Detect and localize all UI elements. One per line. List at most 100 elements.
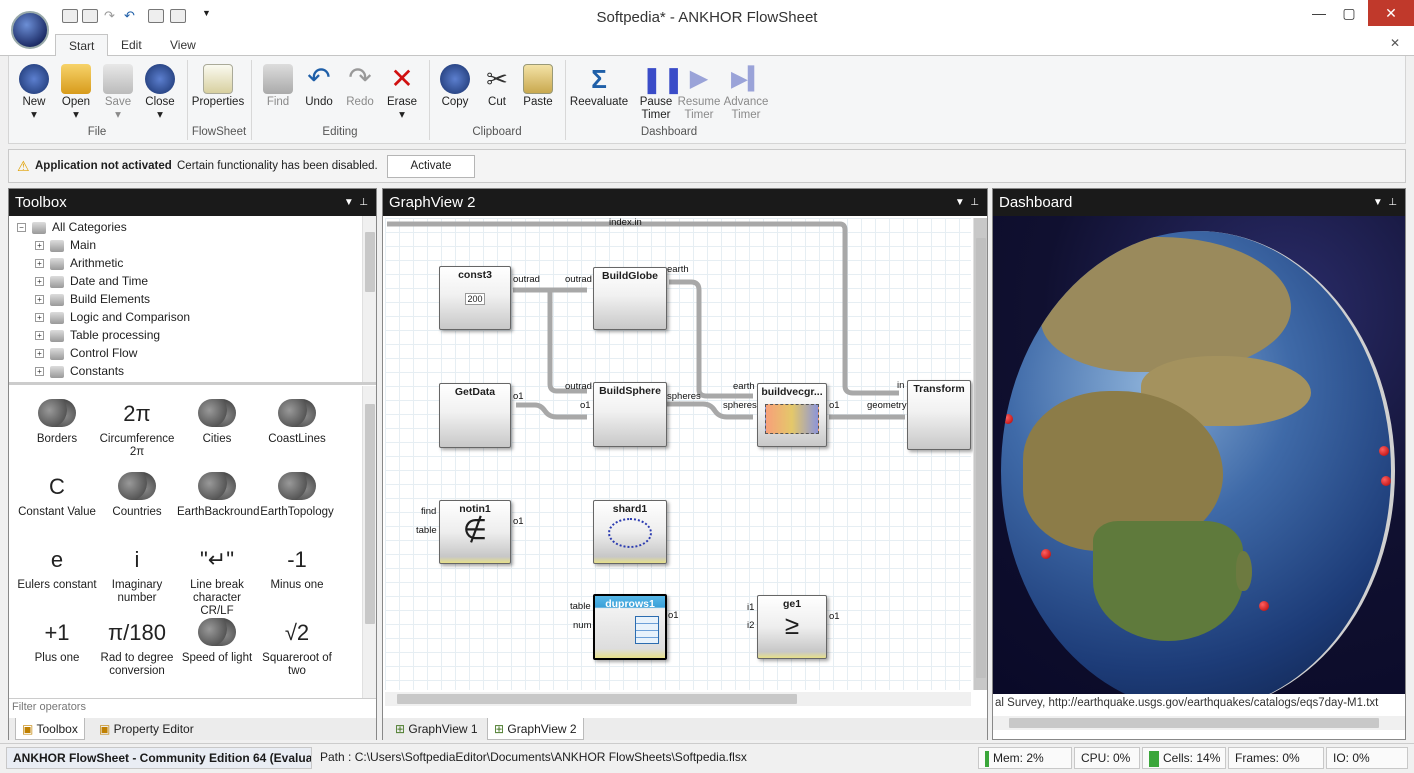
graph-hscrollbar[interactable] — [385, 692, 971, 706]
quick-save-icon[interactable] — [82, 9, 98, 23]
app-menu-button[interactable] — [11, 11, 49, 49]
tool-item[interactable]: 2π Circumference 2π — [97, 396, 177, 468]
tool-item[interactable]: -1 Minus one — [257, 542, 337, 614]
tab-graphview-1[interactable]: ⊞ GraphView 1 — [389, 718, 484, 740]
expand-icon[interactable]: + — [35, 349, 44, 359]
constant-symbol-icon: +1 — [44, 619, 70, 645]
tree-item-control-flow[interactable]: + Control Flow — [17, 344, 376, 362]
tree-scrollbar[interactable] — [362, 216, 376, 382]
tool-grid-scrollbar[interactable] — [362, 386, 376, 698]
tab-graphview-2[interactable]: ⊞ GraphView 2 — [487, 718, 584, 740]
flow-canvas[interactable]: index.in const3 200 outrad BuildGlobe ou… — [385, 217, 971, 690]
tab-property-editor[interactable]: ▣ Property Editor — [93, 718, 200, 740]
graph-vscrollbar[interactable] — [973, 218, 987, 690]
copy-button[interactable]: Copy — [432, 60, 478, 130]
quick-undo-icon[interactable]: ↶ — [124, 8, 135, 24]
close-button[interactable]: Close ▾ — [137, 60, 183, 130]
tree-item-all[interactable]: − All Categories — [17, 218, 376, 236]
tool-item[interactable]: Speed of light — [177, 615, 257, 687]
tree-item-logic[interactable]: + Logic and Comparison — [17, 308, 376, 326]
globe-viewport[interactable] — [993, 216, 1405, 711]
cut-button[interactable]: ✂ Cut — [474, 60, 520, 130]
tree-item-build-elements[interactable]: + Build Elements — [17, 290, 376, 308]
activate-button[interactable]: Activate — [387, 155, 475, 178]
pause-timer-button[interactable]: ❚❚ Pause Timer — [633, 60, 685, 130]
node-duprows1[interactable]: duprows1 — [593, 594, 667, 660]
find-button[interactable]: Find — [255, 60, 301, 130]
reevaluate-button[interactable]: Σ Reevaluate — [569, 60, 629, 130]
quake-marker[interactable] — [1041, 549, 1051, 559]
new-button[interactable]: New ▾ — [11, 60, 57, 130]
tree-item-date-time[interactable]: + Date and Time — [17, 272, 376, 290]
open-button[interactable]: Open ▾ — [53, 60, 99, 130]
splitter[interactable] — [9, 382, 376, 385]
tool-item[interactable]: i Imaginary number — [97, 542, 177, 614]
quick-print-icon[interactable] — [148, 9, 164, 23]
expand-icon[interactable]: + — [35, 259, 44, 269]
expand-icon[interactable]: + — [35, 241, 44, 251]
expand-icon[interactable]: + — [35, 331, 44, 341]
close-document-icon[interactable]: ✕ — [1390, 36, 1400, 50]
collapse-icon[interactable]: − — [17, 223, 26, 233]
node-getdata[interactable]: GetData — [439, 383, 511, 448]
tab-view[interactable]: View — [157, 34, 209, 57]
tool-item[interactable]: √2 Squareroot of two — [257, 615, 337, 687]
properties-button[interactable]: Properties — [191, 60, 245, 130]
tool-item[interactable]: Cities — [177, 396, 257, 468]
tool-item[interactable]: +1 Plus one — [17, 615, 97, 687]
tree-item-main[interactable]: + Main — [17, 236, 376, 254]
tool-item[interactable]: Countries — [97, 469, 177, 541]
tool-item[interactable]: e Eulers constant — [17, 542, 97, 614]
constant-symbol-icon: "↵" — [199, 546, 235, 572]
pin-icon[interactable]: ▼ ⊥ — [344, 189, 368, 216]
node-ge1[interactable]: ge1 ≥ — [757, 595, 827, 659]
quick-print-preview-icon[interactable] — [170, 9, 186, 23]
node-buildsphere[interactable]: BuildSphere — [593, 382, 667, 447]
tool-item[interactable]: EarthTopology — [257, 469, 337, 541]
undo-button[interactable]: ↶ Undo — [296, 60, 342, 130]
node-buildvecgr[interactable]: buildvecgr... — [757, 383, 827, 447]
redo-button[interactable]: ↷ Redo — [337, 60, 383, 130]
tool-item[interactable]: "↵" Line break character CR/LF — [177, 542, 257, 617]
tool-item[interactable]: C Constant Value — [17, 469, 97, 541]
quick-access-dropdown-icon[interactable]: ▼ — [202, 8, 211, 18]
quick-new-icon[interactable] — [62, 9, 78, 23]
quake-marker[interactable] — [1381, 476, 1391, 486]
expand-icon[interactable]: + — [35, 367, 44, 377]
pin-icon[interactable]: ▼ ⊥ — [955, 189, 979, 216]
pin-icon[interactable]: ▼ ⊥ — [1373, 189, 1397, 216]
filter-operators-input[interactable]: Filter operators — [9, 698, 376, 716]
quake-marker[interactable] — [1003, 414, 1013, 424]
tree-item-table[interactable]: + Table processing — [17, 326, 376, 344]
tool-item[interactable]: π/180 Rad to degree conversion — [97, 615, 177, 687]
node-notin1[interactable]: notin1 ∉ — [439, 500, 511, 564]
tool-item[interactable]: CoastLines — [257, 396, 337, 468]
tree-item-arithmetic[interactable]: + Arithmetic — [17, 254, 376, 272]
category-icon — [50, 293, 64, 306]
tab-toolbox[interactable]: ▣ Toolbox — [15, 718, 85, 740]
quake-marker[interactable] — [1259, 601, 1269, 611]
resume-timer-button[interactable]: ▶ Resume Timer — [675, 60, 723, 130]
erase-button[interactable]: ✕ Erase ▾ — [379, 60, 425, 130]
advance-timer-button[interactable]: ▶▍ Advance Timer — [721, 60, 771, 130]
tree-item-constants[interactable]: + Constants — [17, 362, 376, 380]
dashboard-hscrollbar[interactable] — [993, 716, 1405, 730]
expand-icon[interactable]: + — [35, 277, 44, 287]
minimize-icon[interactable]: — — [1304, 0, 1334, 26]
expand-icon[interactable]: + — [35, 295, 44, 305]
paste-button[interactable]: Paste — [515, 60, 561, 130]
expand-icon[interactable]: + — [35, 313, 44, 323]
node-const3[interactable]: const3 200 — [439, 266, 511, 330]
node-shard1[interactable]: shard1 — [593, 500, 667, 564]
node-transform[interactable]: Transform — [907, 380, 971, 450]
tab-edit[interactable]: Edit — [108, 34, 155, 57]
tool-item[interactable]: EarthBackround — [177, 469, 259, 541]
maximize-icon[interactable]: ▢ — [1334, 0, 1364, 26]
save-button[interactable]: Save ▾ — [95, 60, 141, 130]
quake-marker[interactable] — [1379, 446, 1389, 456]
quick-redo-icon[interactable]: ↷ — [104, 8, 115, 24]
close-window-icon[interactable]: ✕ — [1368, 0, 1414, 26]
tool-item[interactable]: Borders — [17, 396, 97, 468]
node-buildglobe[interactable]: BuildGlobe — [593, 267, 667, 330]
tab-start[interactable]: Start — [55, 34, 109, 57]
